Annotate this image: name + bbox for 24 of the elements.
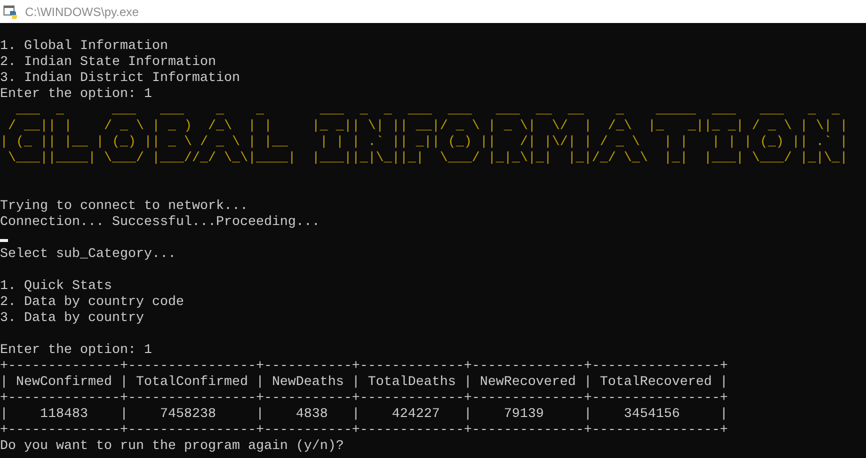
console-line: 2. Indian State Information: [0, 55, 216, 71]
console-line: 2. Data by country code: [0, 295, 184, 311]
console-line: 3. Data by country: [0, 311, 144, 327]
console-line: 3. Indian District Information: [0, 71, 240, 87]
console-line: Enter the option: 1: [0, 87, 152, 103]
console-line: 1. Quick Stats: [0, 279, 112, 295]
console-line: | 118483 | 7458238 | 4838 | 424227 | 79139 | 3454156 |: [0, 407, 728, 423]
ascii-banner-line: \___||____| \___/ |___//_/ \_\|____| |___||_|\_||_| \___/ |_|_\|_| |_|/_/ \_\ |_| |___| \___/ |_|\_|: [6, 151, 848, 167]
python-console-icon: [3, 4, 19, 20]
console-line: 1. Global Information: [0, 39, 168, 55]
console-line: +--------------+----------------+-----------+-------------+--------------+----------------+: [0, 391, 728, 407]
console-line: Trying to connect to network...: [0, 199, 248, 215]
console-line: Do you want to run the program again (y/n)?: [0, 439, 344, 455]
console-line: +--------------+----------------+-----------+-------------+--------------+----------------+: [0, 423, 728, 439]
ascii-banner-line: / __|| | / _ \ | _ ) /_\ | | |_ _|| \| || __|/ _ \ | _ \| \/ | /_\ |_ _||_ _| / _ \ | \| |: [6, 119, 848, 135]
window-title: C:\WINDOWS\py.exe: [25, 4, 139, 18]
console-line: | NewConfirmed | TotalConfirmed | NewDeaths | TotalDeaths | NewRecovered | TotalRecovered |: [0, 375, 728, 391]
console-line: Connection... Successful...Proceeding...: [0, 215, 320, 231]
console-line: Select sub_Category...: [0, 247, 176, 263]
console-line: +--------------+----------------+-----------+-------------+--------------+----------------+: [0, 359, 728, 375]
ascii-banner-line: ___ _ ___ ___ _ _ ___ _ _ ___ ___ ___ __ __ _ _____ ___ ___ _ _: [14, 103, 841, 119]
text-cursor: [0, 239, 8, 242]
console-line: Enter the option: 1: [0, 343, 152, 359]
ascii-banner-line: | (_ || |__ | (_) || _ \ / _ \ | |__ | | | .` || _|| (_) || /| |\/| | / _ \ | | | | | (_) || .` |: [0, 135, 848, 151]
